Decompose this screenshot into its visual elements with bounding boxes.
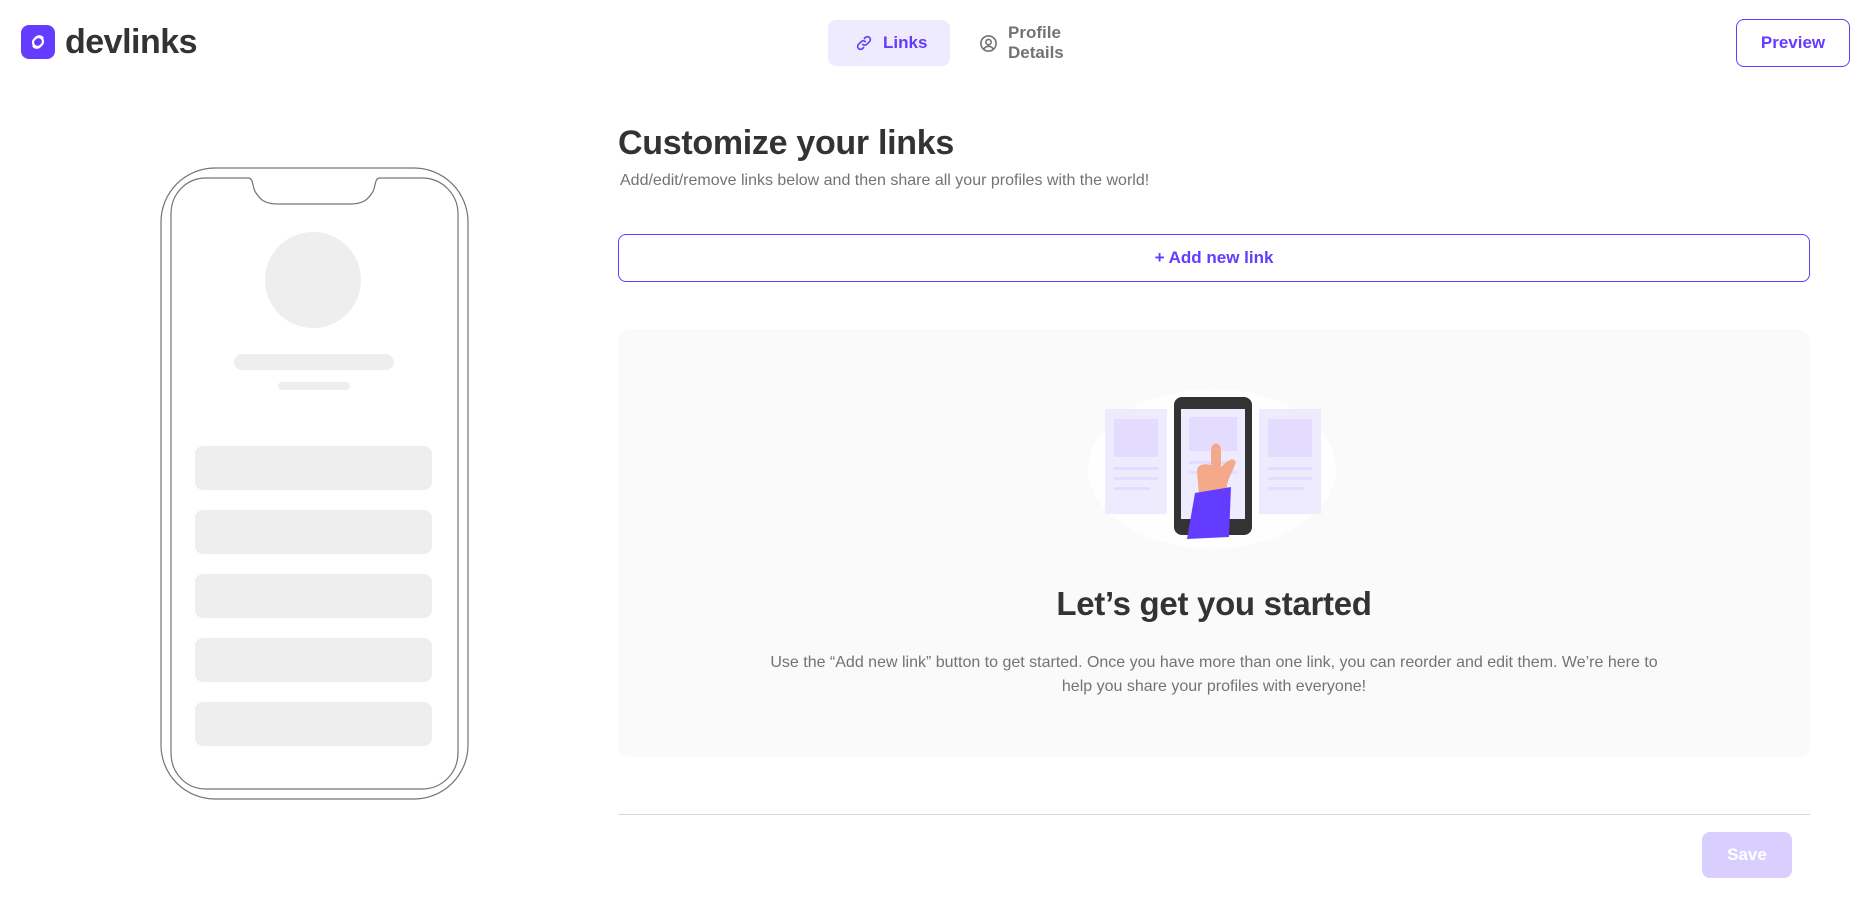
user-circle-icon [979, 34, 998, 53]
empty-state-description: Use the “Add new link” button to get sta… [770, 654, 1658, 695]
logo-link-icon [21, 25, 55, 59]
top-nav-bar: devlinks Links Profile Details Preview [0, 0, 1864, 86]
preview-button[interactable]: Preview [1736, 19, 1850, 67]
app-name: devlinks [65, 23, 198, 61]
tab-profile-details[interactable]: Profile Details [952, 20, 1132, 66]
link-placeholder [195, 510, 432, 554]
link-placeholder [195, 574, 432, 618]
app-logo[interactable]: devlinks [21, 23, 198, 61]
empty-state-card: Let’s get you started Use the “Add new l… [618, 329, 1810, 757]
tab-profile-details-label: Profile Details [1008, 23, 1064, 62]
save-button[interactable]: Save [1702, 832, 1792, 878]
link-placeholder [195, 702, 432, 746]
name-placeholder [234, 354, 394, 370]
link-icon [855, 34, 873, 52]
get-started-illustration [1087, 389, 1337, 549]
add-new-link-button[interactable]: + Add new link [618, 234, 1810, 282]
avatar-placeholder [265, 232, 361, 328]
link-placeholder [195, 638, 432, 682]
footer-divider [618, 814, 1810, 815]
email-placeholder [278, 382, 350, 390]
tab-links-label: Links [883, 33, 928, 52]
empty-state-title: Let’s get you started [1056, 585, 1372, 622]
link-placeholder [195, 446, 432, 490]
page-title: Customize your links [618, 124, 954, 162]
phone-preview-mockup [160, 167, 469, 800]
tab-links[interactable]: Links [828, 20, 950, 66]
page-subtitle: Add/edit/remove links below and then sha… [620, 172, 1150, 189]
